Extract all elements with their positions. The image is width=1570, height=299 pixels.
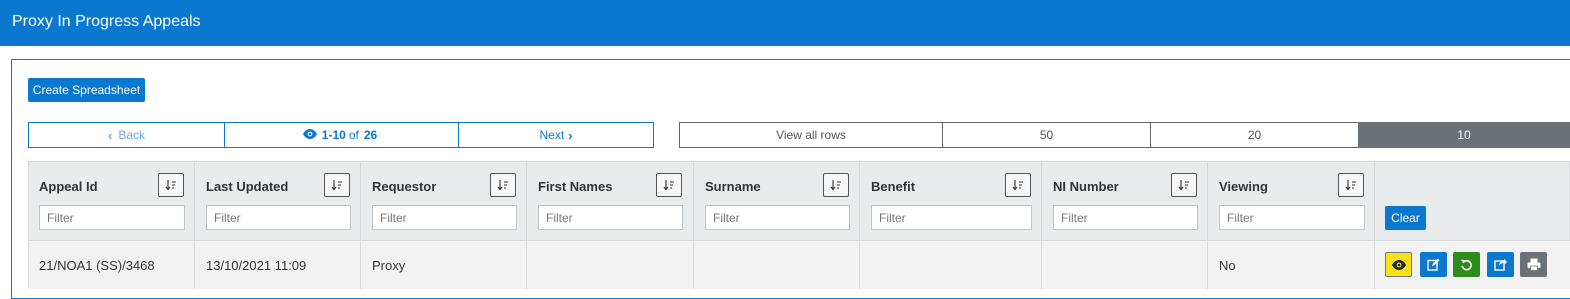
column-viewing: Viewing No xyxy=(1208,161,1375,289)
pager-next-button[interactable]: Next › xyxy=(458,122,654,148)
sort-icon[interactable] xyxy=(823,173,849,197)
filter-input[interactable] xyxy=(206,205,351,230)
pager-range-value: 1-10 xyxy=(321,128,346,142)
filter-input[interactable] xyxy=(1053,205,1198,230)
column-actions: Clear xyxy=(1375,161,1570,289)
pager-back-button[interactable]: ‹ Back xyxy=(28,122,225,148)
column-header-label: Appeal Id xyxy=(39,179,98,194)
chevron-right-icon: › xyxy=(568,127,573,143)
cell-appeal-id: 21/NOA1 (SS)/3468 xyxy=(39,258,155,273)
rows-option-10[interactable]: 10 xyxy=(1358,122,1570,148)
sort-icon[interactable] xyxy=(656,173,682,197)
column-ni-number: NI Number xyxy=(1042,161,1208,289)
page-title: Proxy In Progress Appeals xyxy=(12,13,201,30)
sort-icon[interactable] xyxy=(1005,173,1031,197)
column-first-names: First Names xyxy=(527,161,694,289)
sort-icon[interactable] xyxy=(158,173,184,197)
filter-input[interactable] xyxy=(871,205,1032,230)
column-header-label: Last Updated xyxy=(206,179,289,194)
cell-requestor: Proxy xyxy=(372,258,406,273)
sort-icon[interactable] xyxy=(1338,173,1364,197)
print-icon[interactable] xyxy=(1520,252,1547,277)
column-benefit: Benefit xyxy=(860,161,1042,289)
rows-option-20[interactable]: 20 xyxy=(1150,122,1359,148)
eye-icon xyxy=(302,128,317,142)
undo-icon[interactable] xyxy=(1453,252,1480,277)
sort-icon[interactable] xyxy=(490,173,516,197)
filter-input[interactable] xyxy=(39,205,185,230)
next-label: Next xyxy=(539,128,565,142)
title-bar: Proxy In Progress Appeals xyxy=(0,0,1570,46)
edit-icon[interactable] xyxy=(1420,252,1447,277)
column-header-label: Surname xyxy=(705,179,761,194)
column-header-label: First Names xyxy=(538,179,613,194)
sort-icon[interactable] xyxy=(1171,173,1197,197)
filter-input[interactable] xyxy=(1219,205,1365,230)
clear-filters-button[interactable]: Clear xyxy=(1385,206,1426,230)
view-icon[interactable] xyxy=(1385,252,1412,277)
pager-total: 26 xyxy=(363,128,378,142)
column-surname: Surname xyxy=(694,161,860,289)
column-header-label: Requestor xyxy=(372,179,437,194)
create-spreadsheet-button[interactable]: Create Spreadsheet xyxy=(28,78,145,102)
column-appeal-id: Appeal Id 21/NOA1 (SS)/3468 xyxy=(28,161,195,289)
rows-option-50[interactable]: 50 xyxy=(942,122,1151,148)
pager-of-label: of xyxy=(348,128,359,142)
column-header-label: NI Number xyxy=(1053,179,1119,194)
column-header-label: Viewing xyxy=(1219,179,1268,194)
pager-range: 1-10 of 26 xyxy=(224,122,459,148)
column-header-label: Benefit xyxy=(871,179,916,194)
column-last-updated: Last Updated 13/10/2021 11:09 xyxy=(195,161,361,289)
back-label: Back xyxy=(118,128,146,142)
filter-input[interactable] xyxy=(705,205,850,230)
chevron-left-icon: ‹ xyxy=(107,127,113,143)
column-requestor: Requestor Proxy xyxy=(361,161,527,289)
filter-input[interactable] xyxy=(372,205,517,230)
share-icon[interactable] xyxy=(1487,252,1514,277)
sort-icon[interactable] xyxy=(324,173,350,197)
rows-option-all[interactable]: View all rows xyxy=(679,122,943,148)
cell-viewing: No xyxy=(1219,258,1236,273)
filter-input[interactable] xyxy=(538,205,683,230)
cell-last-updated: 13/10/2021 11:09 xyxy=(206,258,307,273)
